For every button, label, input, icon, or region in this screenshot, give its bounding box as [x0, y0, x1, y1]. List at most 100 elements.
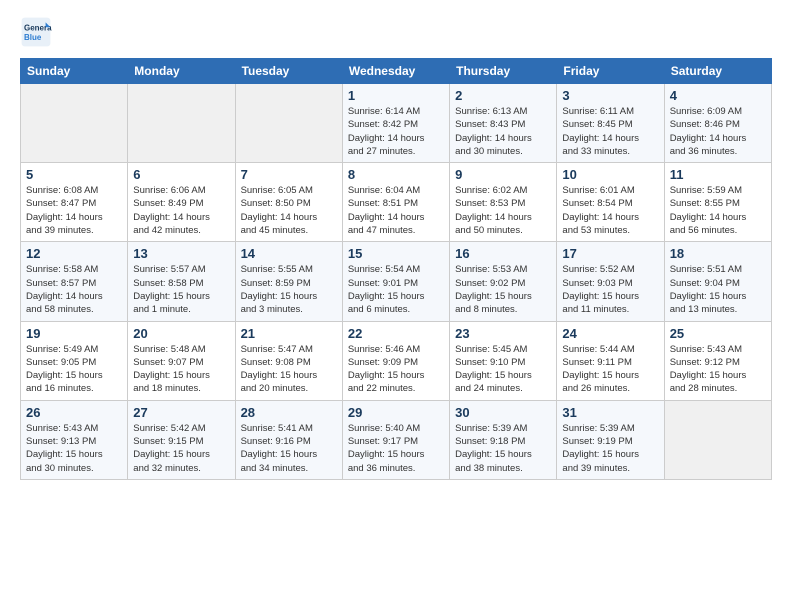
day-info: Sunrise: 5:43 AM Sunset: 9:13 PM Dayligh… [26, 422, 122, 475]
calendar-cell: 30Sunrise: 5:39 AM Sunset: 9:18 PM Dayli… [450, 400, 557, 479]
calendar-cell: 17 Sunrise: 5:52 AM Sunset: 9:03 PM Dayli… [557, 242, 664, 321]
calendar-cell: 25Sunrise: 5:43 AM Sunset: 9:12 PM Dayli… [664, 321, 771, 400]
calendar-cell: 18 Sunrise: 5:51 AM Sunset: 9:04 PM Dayli… [664, 242, 771, 321]
calendar-cell [128, 84, 235, 163]
day-number: 6 [133, 167, 229, 182]
calendar-cell: 29 Sunrise: 5:40 AM Sunset: 9:17 PM Dayli… [342, 400, 449, 479]
day-header-monday: Monday [128, 59, 235, 84]
day-number: 5 [26, 167, 122, 182]
day-info: Sunrise: 6:06 AM Sunset: 8:49 PM Dayligh… [133, 184, 229, 237]
day-number: 23 [455, 326, 551, 341]
logo: General Blue [20, 16, 56, 48]
day-info: Sunrise: 5:46 AM Sunset: 9:09 PM Dayligh… [348, 343, 444, 396]
header-row: SundayMondayTuesdayWednesdayThursdayFrid… [21, 59, 772, 84]
day-info: Sunrise: 5:58 AM Sunset: 8:57 PM Dayligh… [26, 263, 122, 316]
calendar-cell: 19 Sunrise: 5:49 AM Sunset: 9:05 PM Dayli… [21, 321, 128, 400]
day-info: Sunrise: 5:39 AM Sunset: 9:19 PM Dayligh… [562, 422, 658, 475]
calendar-table: SundayMondayTuesdayWednesdayThursdayFrid… [20, 58, 772, 480]
day-number: 1 [348, 88, 444, 103]
day-number: 27 [133, 405, 229, 420]
calendar-cell: 2Sunrise: 6:13 AM Sunset: 8:43 PM Daylig… [450, 84, 557, 163]
calendar-cell: 9 Sunrise: 6:02 AM Sunset: 8:53 PM Daylig… [450, 163, 557, 242]
day-number: 24 [562, 326, 658, 341]
day-header-thursday: Thursday [450, 59, 557, 84]
calendar-cell: 13 Sunrise: 5:57 AM Sunset: 8:58 PM Dayli… [128, 242, 235, 321]
day-number: 28 [241, 405, 337, 420]
day-header-friday: Friday [557, 59, 664, 84]
day-info: Sunrise: 5:49 AM Sunset: 9:05 PM Dayligh… [26, 343, 122, 396]
day-number: 26 [26, 405, 122, 420]
day-number: 20 [133, 326, 229, 341]
page: General Blue SundayMondayTuesdayWednesda… [0, 0, 792, 490]
day-number: 29 [348, 405, 444, 420]
calendar-cell: 20 Sunrise: 5:48 AM Sunset: 9:07 PM Dayli… [128, 321, 235, 400]
calendar-cell: 16 Sunrise: 5:53 AM Sunset: 9:02 PM Dayli… [450, 242, 557, 321]
day-info: Sunrise: 5:47 AM Sunset: 9:08 PM Dayligh… [241, 343, 337, 396]
calendar-cell: 11Sunrise: 5:59 AM Sunset: 8:55 PM Dayli… [664, 163, 771, 242]
day-number: 4 [670, 88, 766, 103]
day-info: Sunrise: 6:05 AM Sunset: 8:50 PM Dayligh… [241, 184, 337, 237]
day-number: 9 [455, 167, 551, 182]
day-info: Sunrise: 5:41 AM Sunset: 9:16 PM Dayligh… [241, 422, 337, 475]
day-info: Sunrise: 6:13 AM Sunset: 8:43 PM Dayligh… [455, 105, 551, 158]
calendar-cell: 28 Sunrise: 5:41 AM Sunset: 9:16 PM Dayli… [235, 400, 342, 479]
logo-icon: General Blue [20, 16, 52, 48]
week-row-1: 1 Sunrise: 6:14 AM Sunset: 8:42 PM Daylig… [21, 84, 772, 163]
day-number: 3 [562, 88, 658, 103]
day-header-sunday: Sunday [21, 59, 128, 84]
day-info: Sunrise: 6:08 AM Sunset: 8:47 PM Dayligh… [26, 184, 122, 237]
day-number: 11 [670, 167, 766, 182]
calendar-cell [664, 400, 771, 479]
day-number: 17 [562, 246, 658, 261]
calendar-cell: 12 Sunrise: 5:58 AM Sunset: 8:57 PM Dayli… [21, 242, 128, 321]
day-info: Sunrise: 5:52 AM Sunset: 9:03 PM Dayligh… [562, 263, 658, 316]
day-number: 22 [348, 326, 444, 341]
day-info: Sunrise: 5:57 AM Sunset: 8:58 PM Dayligh… [133, 263, 229, 316]
day-number: 18 [670, 246, 766, 261]
day-header-saturday: Saturday [664, 59, 771, 84]
day-info: Sunrise: 5:55 AM Sunset: 8:59 PM Dayligh… [241, 263, 337, 316]
day-info: Sunrise: 5:48 AM Sunset: 9:07 PM Dayligh… [133, 343, 229, 396]
calendar-cell: 26 Sunrise: 5:43 AM Sunset: 9:13 PM Dayli… [21, 400, 128, 479]
calendar-cell [21, 84, 128, 163]
day-info: Sunrise: 6:02 AM Sunset: 8:53 PM Dayligh… [455, 184, 551, 237]
day-info: Sunrise: 6:14 AM Sunset: 8:42 PM Dayligh… [348, 105, 444, 158]
calendar-cell: 4 Sunrise: 6:09 AM Sunset: 8:46 PM Daylig… [664, 84, 771, 163]
calendar-cell: 6 Sunrise: 6:06 AM Sunset: 8:49 PM Daylig… [128, 163, 235, 242]
calendar-cell: 7 Sunrise: 6:05 AM Sunset: 8:50 PM Daylig… [235, 163, 342, 242]
calendar-cell: 27Sunrise: 5:42 AM Sunset: 9:15 PM Dayli… [128, 400, 235, 479]
calendar-cell: 8Sunrise: 6:04 AM Sunset: 8:51 PM Daylig… [342, 163, 449, 242]
calendar-cell: 10Sunrise: 6:01 AM Sunset: 8:54 PM Dayli… [557, 163, 664, 242]
svg-text:Blue: Blue [24, 33, 42, 42]
day-number: 12 [26, 246, 122, 261]
week-row-4: 19 Sunrise: 5:49 AM Sunset: 9:05 PM Dayli… [21, 321, 772, 400]
day-number: 16 [455, 246, 551, 261]
day-info: Sunrise: 5:45 AM Sunset: 9:10 PM Dayligh… [455, 343, 551, 396]
calendar-cell: 24 Sunrise: 5:44 AM Sunset: 9:11 PM Dayli… [557, 321, 664, 400]
day-header-tuesday: Tuesday [235, 59, 342, 84]
day-number: 31 [562, 405, 658, 420]
day-number: 19 [26, 326, 122, 341]
day-number: 15 [348, 246, 444, 261]
day-number: 25 [670, 326, 766, 341]
calendar-cell: 14 Sunrise: 5:55 AM Sunset: 8:59 PM Dayli… [235, 242, 342, 321]
day-info: Sunrise: 5:40 AM Sunset: 9:17 PM Dayligh… [348, 422, 444, 475]
calendar-cell: 31 Sunrise: 5:39 AM Sunset: 9:19 PM Dayli… [557, 400, 664, 479]
day-info: Sunrise: 5:54 AM Sunset: 9:01 PM Dayligh… [348, 263, 444, 316]
day-number: 7 [241, 167, 337, 182]
day-info: Sunrise: 6:09 AM Sunset: 8:46 PM Dayligh… [670, 105, 766, 158]
day-info: Sunrise: 5:39 AM Sunset: 9:18 PM Dayligh… [455, 422, 551, 475]
day-info: Sunrise: 6:04 AM Sunset: 8:51 PM Dayligh… [348, 184, 444, 237]
day-number: 10 [562, 167, 658, 182]
day-info: Sunrise: 5:51 AM Sunset: 9:04 PM Dayligh… [670, 263, 766, 316]
day-info: Sunrise: 5:44 AM Sunset: 9:11 PM Dayligh… [562, 343, 658, 396]
week-row-3: 12 Sunrise: 5:58 AM Sunset: 8:57 PM Dayli… [21, 242, 772, 321]
calendar-cell [235, 84, 342, 163]
day-number: 13 [133, 246, 229, 261]
calendar-cell: 5 Sunrise: 6:08 AM Sunset: 8:47 PM Daylig… [21, 163, 128, 242]
header: General Blue [20, 16, 772, 48]
day-info: Sunrise: 5:53 AM Sunset: 9:02 PM Dayligh… [455, 263, 551, 316]
day-info: Sunrise: 6:11 AM Sunset: 8:45 PM Dayligh… [562, 105, 658, 158]
calendar-cell: 15 Sunrise: 5:54 AM Sunset: 9:01 PM Dayli… [342, 242, 449, 321]
day-number: 14 [241, 246, 337, 261]
